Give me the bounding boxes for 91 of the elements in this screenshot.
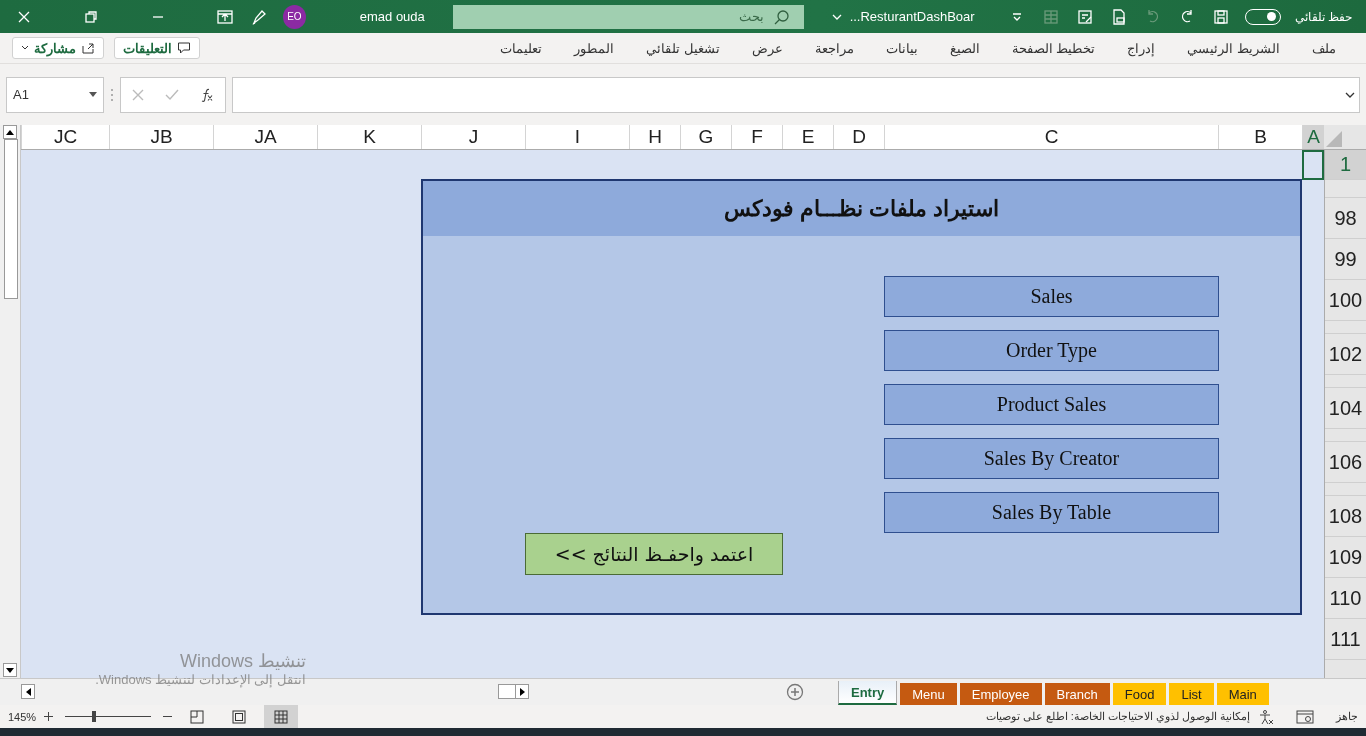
ribbon-tab[interactable]: الصيغ bbox=[933, 40, 996, 56]
ribbon-tab[interactable]: المطور bbox=[558, 40, 631, 56]
import-button[interactable]: Sales By Table bbox=[884, 492, 1219, 533]
row-header[interactable]: 99 bbox=[1325, 239, 1366, 280]
comment-icon bbox=[177, 41, 191, 55]
scroll-down-icon[interactable] bbox=[6, 667, 14, 673]
column-header[interactable]: JC bbox=[21, 125, 109, 149]
ribbon-tab[interactable]: إدراج bbox=[1111, 40, 1172, 56]
scroll-right-icon[interactable] bbox=[519, 687, 525, 696]
column-header[interactable]: G bbox=[680, 125, 731, 149]
share-button[interactable]: مشاركة bbox=[12, 37, 104, 59]
sheet-tab[interactable]: List bbox=[1169, 683, 1214, 705]
column-header[interactable]: JA bbox=[213, 125, 317, 149]
caret-icon bbox=[89, 92, 97, 97]
import-button[interactable]: Product Sales bbox=[884, 384, 1219, 425]
column-header[interactable]: K bbox=[317, 125, 421, 149]
file-name[interactable]: ResturantDashBoar... bbox=[849, 9, 975, 24]
column-header[interactable]: B bbox=[1218, 125, 1302, 149]
column-header[interactable]: A bbox=[1302, 125, 1324, 149]
user-avatar[interactable]: EO bbox=[282, 4, 306, 29]
zoom-level[interactable]: 145% bbox=[8, 710, 37, 723]
sheet-tab[interactable]: Main bbox=[1216, 683, 1269, 705]
scroll-left-icon[interactable] bbox=[25, 687, 31, 696]
zoom-slider-thumb[interactable] bbox=[91, 711, 96, 722]
search-icon bbox=[773, 8, 790, 25]
activation-text: انتقل إلى الإعدادات لتنشيط Windows. bbox=[94, 672, 306, 687]
sheet-tab[interactable]: Employee bbox=[959, 683, 1042, 705]
row-header[interactable]: 111 bbox=[1325, 619, 1366, 660]
scroll-thumb[interactable] bbox=[4, 139, 18, 299]
autosave-label: حفظ تلقائي bbox=[1294, 9, 1352, 24]
add-sheet-icon[interactable] bbox=[786, 683, 804, 701]
comments-button[interactable]: التعليقات bbox=[114, 37, 200, 59]
user-name: emad ouda bbox=[359, 9, 425, 24]
row-header[interactable]: 109 bbox=[1325, 537, 1366, 578]
selected-cell[interactable] bbox=[1302, 150, 1324, 180]
scroll-up-icon[interactable] bbox=[6, 129, 14, 135]
row-header[interactable]: 110 bbox=[1325, 578, 1366, 619]
row-header[interactable]: 104 bbox=[1325, 388, 1366, 429]
display-settings-icon[interactable] bbox=[1296, 709, 1314, 724]
ribbon-tab[interactable]: تعليمات bbox=[484, 40, 559, 56]
import-button[interactable]: Sales By Creator bbox=[884, 438, 1219, 479]
caret-icon bbox=[21, 45, 29, 51]
function-icon[interactable] bbox=[200, 87, 215, 102]
import-button[interactable]: Sales bbox=[884, 276, 1219, 317]
activation-title: تنشيط Windows bbox=[178, 650, 306, 672]
row-header[interactable]: 1 bbox=[1325, 150, 1366, 180]
sheet-tab[interactable]: Entry bbox=[838, 681, 898, 705]
column-header[interactable]: I bbox=[525, 125, 629, 149]
accessibility-icon[interactable] bbox=[1258, 708, 1274, 725]
check-icon[interactable] bbox=[165, 88, 179, 101]
column-header[interactable]: C bbox=[884, 125, 1218, 149]
column-header[interactable]: E bbox=[782, 125, 833, 149]
vertical-scrollbar[interactable] bbox=[0, 125, 21, 678]
sheet-tab[interactable]: Menu bbox=[900, 683, 957, 705]
column-header[interactable]: D bbox=[833, 125, 884, 149]
chevron-down-icon[interactable] bbox=[831, 12, 842, 21]
ribbon-tab[interactable]: مراجعة bbox=[798, 40, 870, 56]
row-header[interactable]: 100 bbox=[1325, 280, 1366, 321]
share-icon bbox=[81, 41, 95, 55]
row-header[interactable]: 108 bbox=[1325, 496, 1366, 537]
panel-title: استيراد ملفات نظـــام فودكس bbox=[423, 181, 1300, 236]
import-button[interactable]: Order Type bbox=[884, 330, 1219, 371]
ribbon-tab[interactable]: ملف bbox=[1296, 40, 1352, 56]
ribbon-tab[interactable]: تخطيط الصفحة bbox=[995, 40, 1112, 56]
row-header[interactable]: 98 bbox=[1325, 198, 1366, 239]
ribbon-tab[interactable]: عرض bbox=[735, 40, 799, 56]
sheet-tab[interactable]: Food bbox=[1112, 683, 1167, 705]
more-icon bbox=[110, 87, 114, 102]
row-header[interactable]: 106 bbox=[1325, 442, 1366, 483]
column-header[interactable]: J bbox=[421, 125, 525, 149]
ready-status: جاهز bbox=[1336, 710, 1358, 723]
column-header[interactable]: H bbox=[629, 125, 680, 149]
page-break-icon bbox=[190, 709, 205, 724]
ribbon-tab[interactable]: تشغيل تلقائي bbox=[630, 40, 736, 56]
grid-icon bbox=[274, 709, 289, 724]
sheet-tab[interactable]: Branch bbox=[1044, 683, 1110, 705]
ribbon-tab[interactable]: الشريط الرئيسي bbox=[1171, 40, 1296, 56]
ribbon-tab[interactable]: بيانات bbox=[869, 40, 934, 56]
row-header[interactable]: 102 bbox=[1325, 334, 1366, 375]
accessibility-status[interactable]: إمكانية الوصول لذوي الاحتياجات الخاصة: اطلع على توصيات bbox=[985, 710, 1250, 723]
expand-icon[interactable] bbox=[1345, 91, 1355, 98]
column-header[interactable]: F bbox=[731, 125, 782, 149]
search-field[interactable]: بحث bbox=[452, 4, 804, 29]
page-icon bbox=[232, 709, 247, 724]
zoom-in-icon[interactable] bbox=[44, 712, 54, 721]
submit-button[interactable]: اعتمد واحفـظ النتائج >> bbox=[525, 533, 783, 575]
formula-input[interactable] bbox=[232, 76, 1360, 113]
column-header[interactable]: JB bbox=[109, 125, 213, 149]
name-box[interactable]: A1 bbox=[6, 76, 104, 113]
normal-view-button[interactable] bbox=[264, 705, 299, 728]
scroll-thumb[interactable] bbox=[498, 684, 516, 699]
